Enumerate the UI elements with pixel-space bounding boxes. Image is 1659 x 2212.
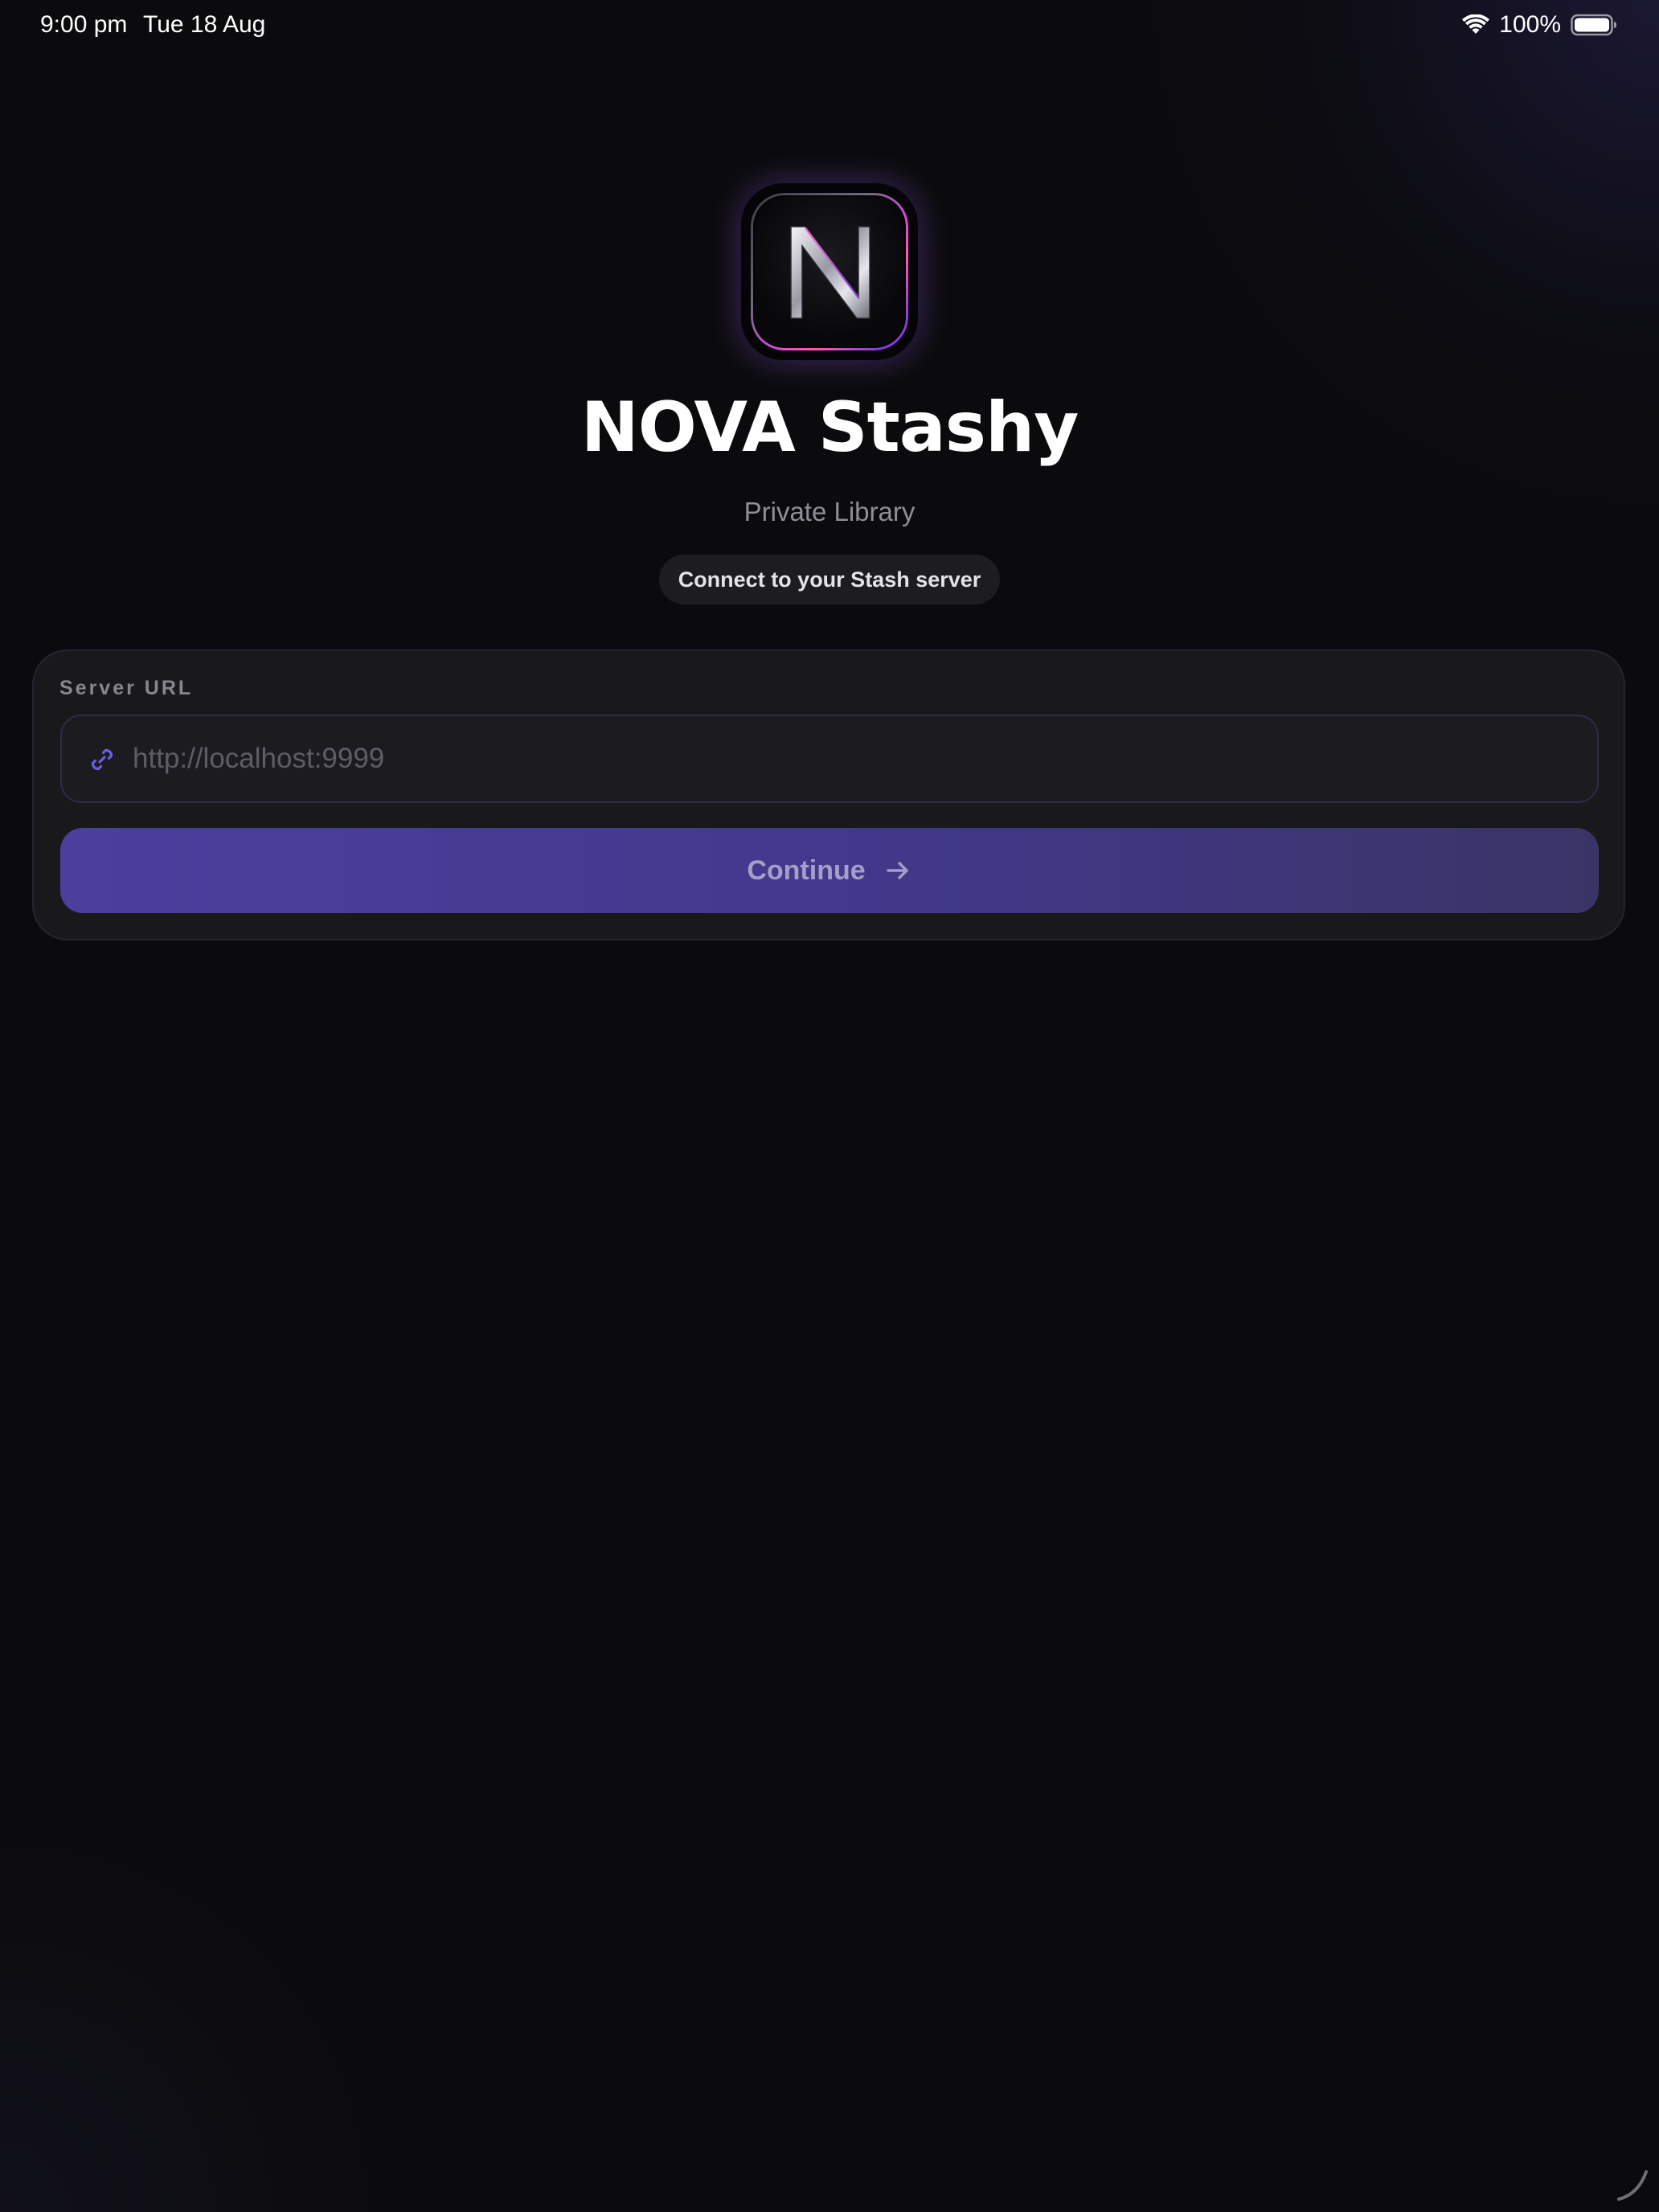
connect-hint-badge: Connect to your Stash server — [659, 555, 1000, 604]
status-indicators: 100% — [1462, 11, 1617, 39]
server-url-input[interactable] — [133, 716, 1579, 801]
wifi-icon — [1462, 14, 1490, 35]
continue-button[interactable]: Continue — [60, 828, 1599, 913]
app-logo — [741, 183, 918, 360]
battery-percent: 100% — [1499, 11, 1561, 38]
app-title: NOVA Stashy — [580, 387, 1079, 468]
status-date: Tue 18 Aug — [143, 11, 266, 38]
continue-label: Continue — [747, 854, 866, 886]
app-subtitle: Private Library — [743, 497, 916, 526]
server-url-field[interactable] — [60, 715, 1599, 803]
status-time: 9:00 pm — [40, 11, 128, 38]
logo-letter-n-icon — [790, 226, 870, 319]
status-bar: 9:00 pm Tue 18 Aug 100% — [0, 0, 1659, 51]
battery-icon — [1571, 14, 1617, 36]
server-url-label: Server URL — [59, 677, 194, 699]
arrow-right-icon — [883, 856, 912, 885]
